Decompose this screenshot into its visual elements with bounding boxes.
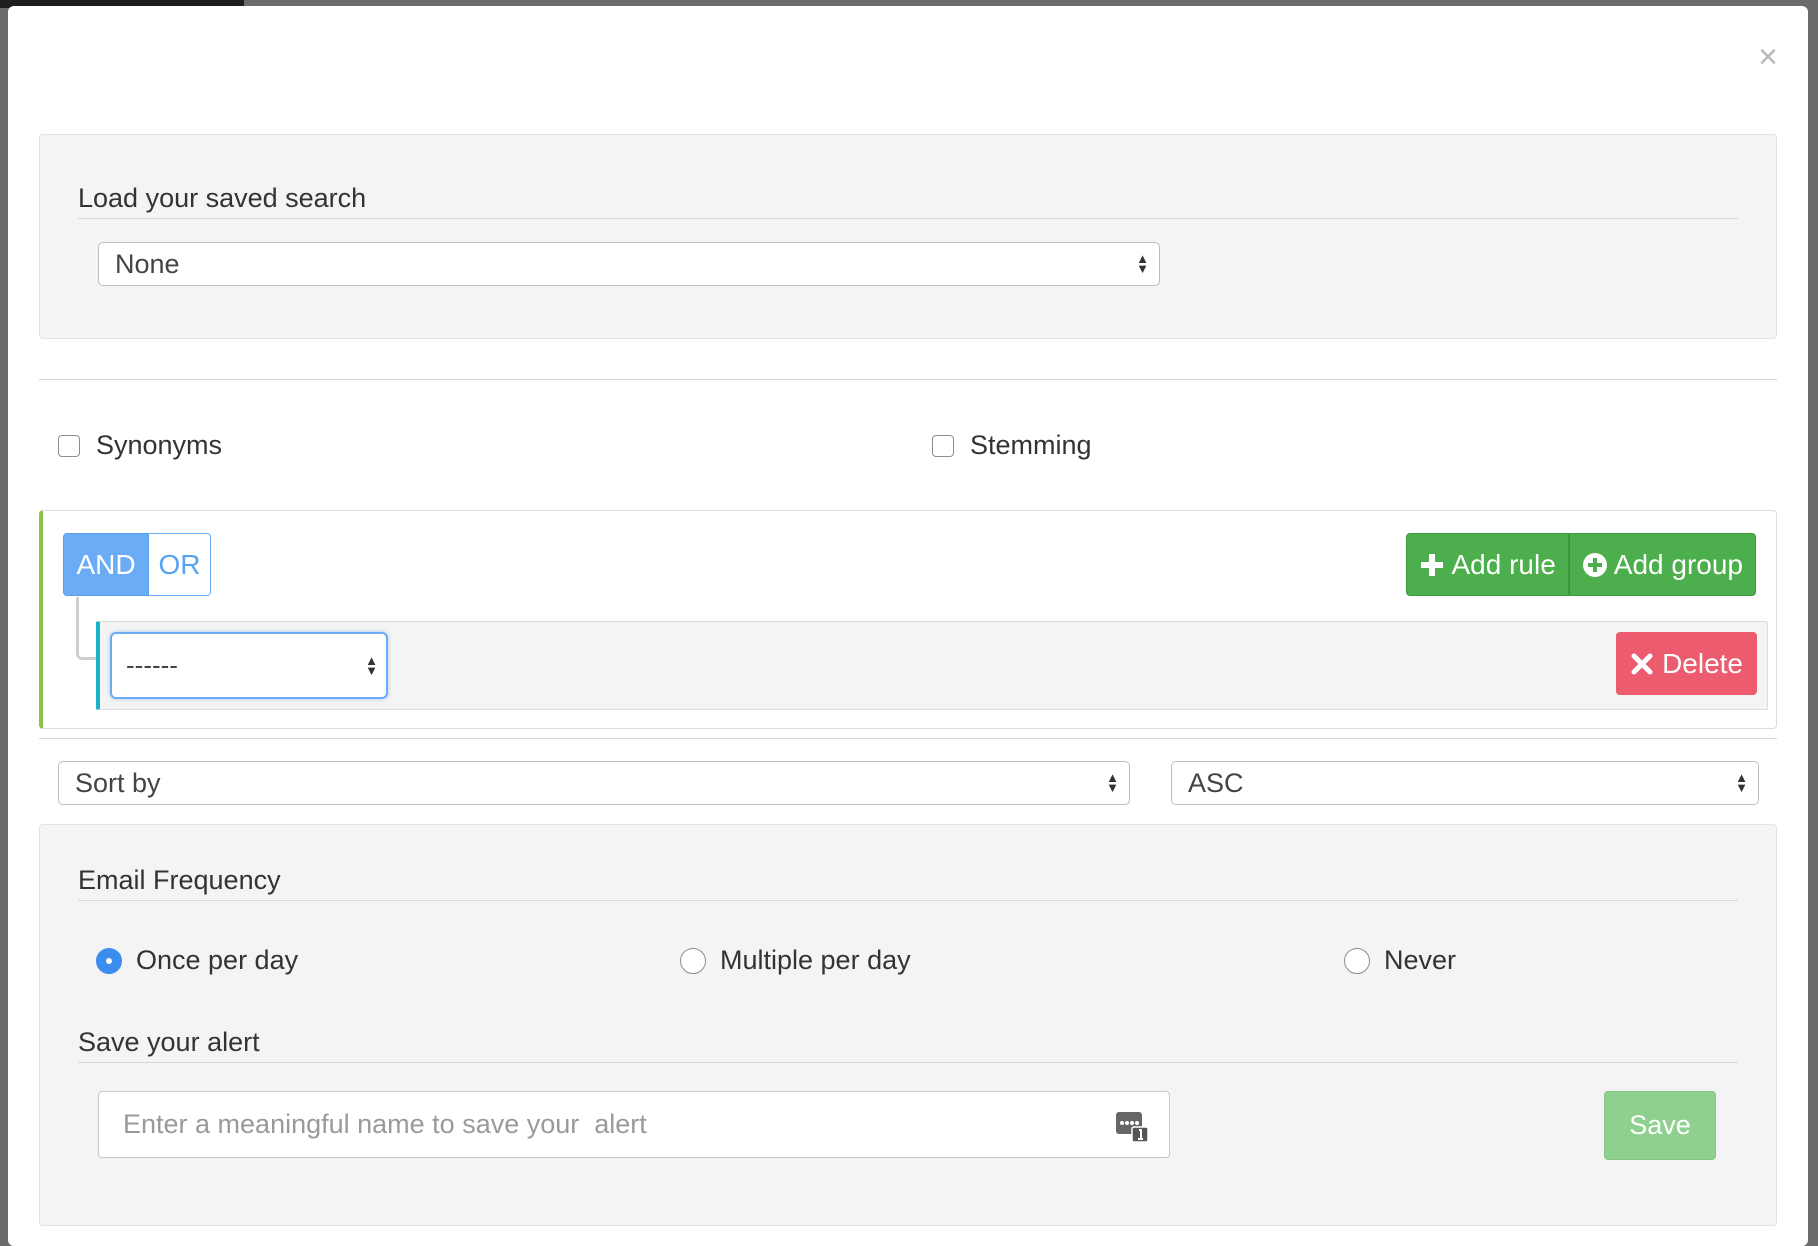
select-arrows-icon: ▲ ▼ [1735,770,1748,795]
frequency-never-label: Never [1384,945,1457,975]
synonyms-option[interactable]: Synonyms [58,430,222,461]
sort-field-selected-value: Sort by [75,767,161,798]
add-group-label: Add group [1613,548,1743,580]
frequency-never-radio[interactable] [1344,947,1370,974]
add-group-button[interactable]: Add group [1568,533,1756,596]
frequency-never-option[interactable]: Never [1344,945,1456,976]
save-alert-button[interactable]: Save [1604,1091,1716,1160]
saved-search-select[interactable]: None ▲ ▼ [98,242,1160,286]
email-alert-panel: Email Frequency Once per day Multiple pe… [39,824,1777,1226]
stemming-option[interactable]: Stemming [932,430,1092,461]
frequency-multiple-label: Multiple per day [720,945,911,975]
sort-order-select[interactable]: ASC ▲ ▼ [1171,761,1759,805]
saved-search-panel: Load your saved search None ▲ ▼ [39,134,1777,339]
add-rule-button[interactable]: Add rule [1406,533,1569,596]
condition-toggle: AND OR [63,533,211,596]
rule-row: ------ ▲ ▼ Delete [96,621,1768,710]
saved-search-title: Load your saved search [78,183,1738,219]
select-arrows-icon: ▲ ▼ [365,652,378,678]
plus-circle-icon [1582,552,1608,578]
divider [39,738,1777,739]
stemming-label: Stemming [970,430,1092,460]
frequency-once-radio[interactable] [96,947,122,974]
stemming-checkbox[interactable] [932,434,954,457]
plus-icon [1419,552,1445,578]
select-arrows-icon: ▲ ▼ [1136,251,1149,276]
email-frequency-title: Email Frequency [78,865,1738,901]
sort-field-select[interactable]: Sort by ▲ ▼ [58,761,1130,805]
rule-field-selected-value: ------ [126,650,178,680]
delete-label: Delete [1662,647,1743,679]
rule-field-select[interactable]: ------ ▲ ▼ [110,632,388,699]
condition-or-button[interactable]: OR [149,533,211,596]
delete-rule-button[interactable]: Delete [1616,632,1757,695]
synonyms-label: Synonyms [96,430,223,460]
condition-and-button[interactable]: AND [63,533,149,596]
synonyms-checkbox[interactable] [58,434,80,457]
divider [39,379,1777,380]
close-icon [1630,652,1654,676]
close-icon[interactable]: × [1758,40,1778,74]
add-rule-label: Add rule [1451,548,1556,580]
tree-connector [76,597,97,660]
builder-actions: Add rule Add group [1406,533,1756,596]
frequency-multiple-option[interactable]: Multiple per day [680,945,911,976]
query-builder-group: AND OR Add rule Add group ------ ▲ ▼ Del… [39,510,1777,729]
alert-name-input[interactable] [98,1091,1170,1158]
frequency-multiple-radio[interactable] [680,947,706,974]
select-arrows-icon: ▲ ▼ [1106,770,1119,795]
frequency-once-option[interactable]: Once per day [96,945,298,976]
password-manager-icon[interactable] [1115,1109,1149,1143]
save-alert-title: Save your alert [78,1027,1738,1063]
sort-order-selected-value: ASC [1188,767,1244,798]
search-alert-modal: × Load your saved search None ▲ ▼ Synonym… [8,6,1808,1246]
saved-search-selected-value: None [115,248,180,279]
frequency-once-label: Once per day [136,945,299,975]
